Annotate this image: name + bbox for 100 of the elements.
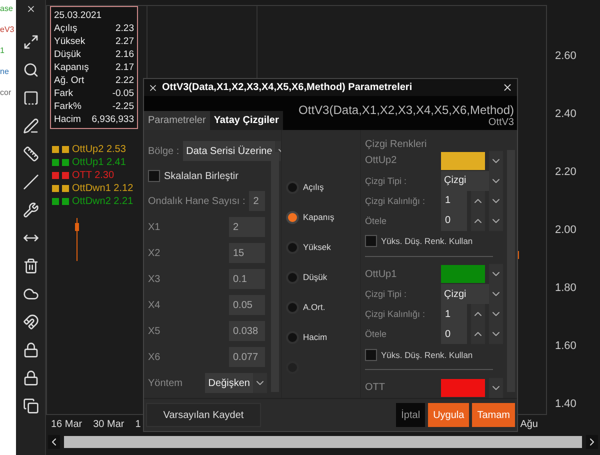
square-icon[interactable] bbox=[22, 90, 38, 106]
ruler-icon[interactable] bbox=[22, 146, 38, 162]
copy-icon[interactable] bbox=[22, 398, 38, 414]
input-field[interactable]: 0.05 bbox=[229, 295, 265, 315]
color-swatch[interactable] bbox=[441, 265, 485, 284]
checkbox[interactable] bbox=[365, 235, 377, 248]
tab[interactable]: Parametreler bbox=[144, 111, 210, 130]
input-field[interactable]: 0.038 bbox=[229, 321, 265, 341]
info-label: Yüksek bbox=[54, 36, 86, 47]
radio-label: Hacim bbox=[303, 332, 328, 342]
date-label: 1 bbox=[135, 418, 141, 430]
legend-marker[interactable] bbox=[62, 159, 69, 166]
shift-field[interactable]: 0 bbox=[441, 324, 467, 344]
axis-label: 1.40 bbox=[555, 398, 578, 410]
legend-label: OTT 2.30 bbox=[72, 170, 114, 181]
dialog-title: OttV3(Data,X1,X2,X3,X4,X5,X6,Method) Parametreleri bbox=[162, 82, 414, 93]
field-label: Çizgi Tipi : bbox=[365, 176, 408, 186]
legend-marker[interactable] bbox=[62, 198, 69, 205]
region-select[interactable]: Data Serisi Üzerine bbox=[183, 141, 281, 161]
legend-marker[interactable] bbox=[52, 159, 59, 166]
field-label: X2 bbox=[148, 248, 162, 258]
legend-marker[interactable] bbox=[52, 198, 59, 205]
info-value: 6,936,933 bbox=[92, 114, 134, 125]
magnet-icon[interactable] bbox=[22, 314, 38, 330]
axis-label: 1.60 bbox=[555, 340, 578, 352]
chevron-up-icon[interactable] bbox=[471, 210, 485, 231]
lock-icon[interactable] bbox=[22, 370, 38, 386]
chevron-up-icon[interactable] bbox=[471, 324, 485, 344]
input-field[interactable]: 0.077 bbox=[229, 347, 265, 367]
color-swatch[interactable] bbox=[441, 378, 485, 397]
chevron-up-icon[interactable] bbox=[471, 190, 485, 211]
chevron-right-icon[interactable] bbox=[586, 435, 598, 449]
legend-marker[interactable] bbox=[52, 172, 59, 179]
cut-off-text: ne bbox=[0, 67, 9, 76]
radio-button[interactable] bbox=[286, 180, 299, 194]
color-swatch[interactable] bbox=[441, 152, 485, 170]
info-label: Ağ. Ort bbox=[54, 75, 84, 86]
info-value: 2.22 bbox=[116, 75, 134, 86]
pen-icon[interactable] bbox=[22, 118, 38, 134]
cloud-icon[interactable] bbox=[22, 286, 38, 302]
info-value: 2.23 bbox=[116, 23, 134, 34]
input-field[interactable]: 2 bbox=[229, 217, 265, 237]
trash-icon[interactable] bbox=[22, 258, 38, 274]
line-icon[interactable] bbox=[22, 174, 38, 190]
cancel-button[interactable]: İptal bbox=[396, 403, 426, 427]
input-field[interactable]: 0.1 bbox=[229, 269, 265, 289]
line-type-select[interactable]: Çizgi bbox=[441, 170, 503, 191]
field-label: Yöntem bbox=[148, 378, 184, 388]
lock-icon[interactable] bbox=[22, 342, 38, 358]
radio-label: Kapanış bbox=[303, 212, 334, 222]
axis-label: 2.20 bbox=[555, 166, 578, 178]
cut-off-text: ase bbox=[0, 4, 13, 13]
field-label: X3 bbox=[148, 274, 162, 284]
legend-marker[interactable] bbox=[52, 146, 59, 153]
radio-button[interactable] bbox=[286, 240, 299, 254]
close-icon[interactable] bbox=[26, 4, 36, 14]
width-field[interactable]: 1 bbox=[441, 304, 467, 324]
legend-marker[interactable] bbox=[52, 185, 59, 192]
field-label: Çizgi Kalınlığı : bbox=[365, 196, 426, 206]
checkbox[interactable] bbox=[365, 348, 377, 361]
checkbox[interactable] bbox=[148, 170, 160, 182]
field-label: Ondalık Hane Sayısı : bbox=[148, 196, 246, 206]
expand-icon[interactable] bbox=[22, 34, 38, 50]
info-value: 2.16 bbox=[116, 49, 134, 60]
radio-button[interactable] bbox=[286, 330, 299, 344]
input-field[interactable]: 2 bbox=[249, 191, 265, 211]
input-field[interactable]: 15 bbox=[229, 243, 265, 263]
save-defaults-button[interactable]: Varsayılan Kaydet bbox=[146, 403, 261, 427]
legend-marker[interactable] bbox=[62, 185, 69, 192]
cut-off-text: cor bbox=[0, 88, 12, 97]
cut-off-text: 1 bbox=[0, 46, 4, 55]
legend-marker[interactable] bbox=[62, 146, 69, 153]
chevron-left-icon[interactable] bbox=[48, 435, 60, 449]
scrollbar[interactable] bbox=[271, 152, 279, 392]
checkbox-label: Yüks. Düş. Renk. Kullan bbox=[381, 350, 473, 360]
wrench-icon[interactable] bbox=[22, 202, 38, 218]
width-field[interactable]: 1 bbox=[441, 190, 467, 211]
legend-marker[interactable] bbox=[62, 172, 69, 179]
section-heading: Çizgi Renkleri bbox=[365, 138, 427, 150]
radio-label: A.Ort. bbox=[303, 302, 326, 312]
radio-button[interactable] bbox=[286, 210, 299, 224]
radio-button[interactable] bbox=[286, 300, 299, 314]
radio-button[interactable] bbox=[286, 270, 299, 284]
radio-label: Açılış bbox=[303, 182, 324, 192]
date-label: 30 Mar bbox=[93, 418, 124, 430]
radio-label: Yüksek bbox=[303, 242, 331, 252]
line-type-select[interactable]: Çizgi bbox=[441, 284, 503, 304]
checkbox-label: Yüks. Düş. Renk. Kullan bbox=[381, 236, 473, 246]
close-icon[interactable] bbox=[148, 82, 158, 92]
legend-label: OttDwn2 2.21 bbox=[72, 196, 134, 207]
method-select[interactable]: Değişken bbox=[205, 373, 267, 393]
scrollbar[interactable] bbox=[64, 436, 582, 448]
legend-label: OttDwn1 2.12 bbox=[72, 183, 134, 194]
chevron-up-icon[interactable] bbox=[471, 304, 485, 324]
shift-field[interactable]: 0 bbox=[441, 210, 467, 231]
tab[interactable]: Yatay Çizgiler bbox=[210, 111, 283, 130]
info-value: 2.27 bbox=[116, 36, 134, 47]
radio-label: Düşük bbox=[303, 272, 328, 282]
close-icon[interactable] bbox=[502, 82, 513, 93]
search-icon[interactable] bbox=[22, 62, 38, 78]
